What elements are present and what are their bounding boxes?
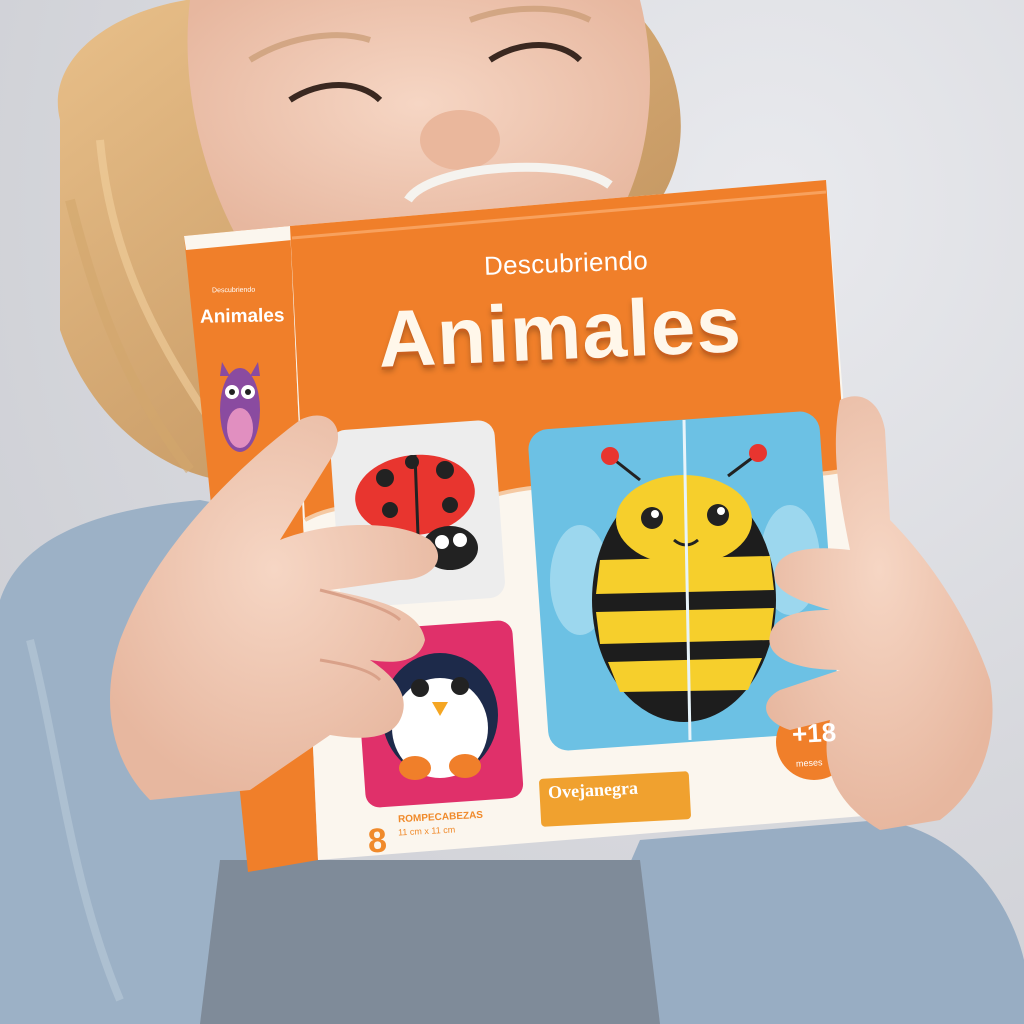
box-title: Animales	[376, 279, 744, 384]
photo-scene: Descubriendo Animales Descubriendo Anima…	[0, 0, 1024, 1024]
age-label: +18	[791, 716, 837, 750]
box-subtitle: Descubriendo	[483, 245, 649, 281]
age-unit: meses	[795, 757, 823, 769]
photo-illustration	[0, 0, 1024, 1024]
side-title: Animales	[199, 305, 285, 328]
piece-count: 8	[366, 821, 388, 861]
side-subtitle: Descubriendo	[211, 286, 256, 295]
owl-icon	[220, 362, 260, 452]
